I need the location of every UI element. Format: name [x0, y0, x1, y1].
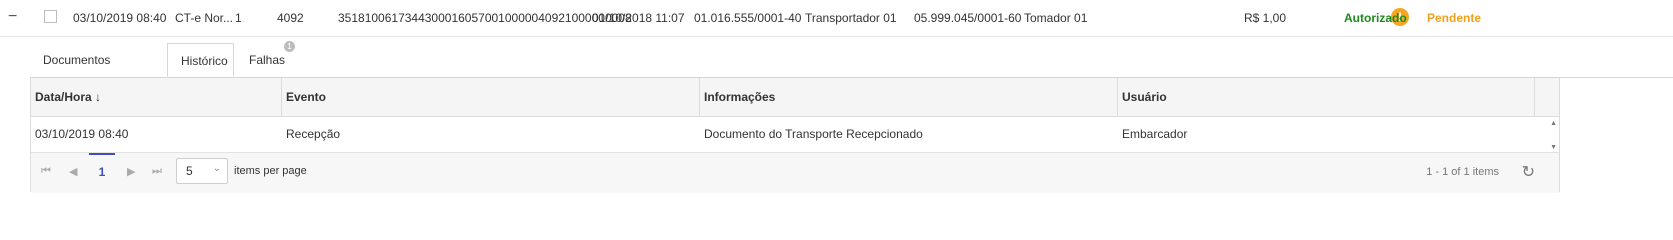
secondary-status-badge: Pendente: [1427, 11, 1482, 25]
failures-count-badge: 1: [284, 41, 296, 52]
row-carrier-cnpj: 01.016.555/0001-40: [694, 11, 802, 25]
refresh-icon[interactable]: ↻: [1522, 162, 1535, 182]
cell-usuario: Embarcador: [1122, 127, 1188, 141]
chevron-down-icon: ⌄: [212, 163, 221, 174]
last-page-icon[interactable]: ⏭: [152, 165, 162, 178]
column-header-informacoes[interactable]: Informações: [700, 78, 1118, 116]
items-per-page-label: items per page: [234, 165, 307, 177]
cell-evento: Recepção: [286, 127, 341, 141]
tab-documentos-originarios[interactable]: Documentos Originários: [43, 43, 110, 101]
cell-informacoes: Documento do Transporte Recepcionado: [704, 127, 923, 141]
row-detail-panel: Documentos Originários Histórico Falhas …: [4, 36, 1673, 209]
page-size-value: 5: [186, 164, 193, 178]
row-series: 1: [235, 11, 242, 25]
pager-info: 1 - 1 of 1 items: [1426, 166, 1499, 178]
row-emission-date: 01/10/2018 11:07: [592, 11, 685, 25]
cell-data-hora: 03/10/2019 08:40: [35, 127, 129, 141]
scroll-up-icon[interactable]: ▲: [1550, 120, 1557, 127]
status-badge: Autorizado: [1344, 11, 1407, 25]
first-page-icon[interactable]: ⏮: [41, 165, 51, 178]
page-size-select[interactable]: 5 ⌄: [176, 158, 228, 184]
tab-falhas-label: Falhas: [249, 53, 286, 67]
row-access-key: 3518100617344300016057001000004092100000…: [338, 11, 632, 25]
row-number: 4092: [277, 11, 304, 25]
row-date: 03/10/2019 08:40: [73, 11, 167, 25]
current-page-button[interactable]: 1: [89, 153, 115, 191]
row-checkbox[interactable]: [44, 10, 57, 23]
prev-page-icon[interactable]: ◀: [69, 165, 77, 178]
tab-falhas[interactable]: Falhas 1: [249, 41, 296, 77]
column-header-usuario[interactable]: Usuário: [1118, 78, 1535, 116]
grid-header: Data/Hora ↓ Evento Informações Usuário: [31, 78, 1559, 117]
row-carrier-name: Transportador 01: [805, 11, 897, 25]
next-page-icon[interactable]: ▶: [127, 165, 135, 178]
row-taker-cnpj: 05.999.045/0001-60: [914, 11, 1022, 25]
history-grid: Data/Hora ↓ Evento Informações Usuário 0…: [30, 78, 1560, 193]
table-row[interactable]: 03/10/2019 08:40 Recepção Documento do T…: [31, 116, 1559, 152]
row-taker-name: Tomador 01: [1024, 11, 1088, 25]
collapse-row-button[interactable]: −: [8, 8, 17, 26]
row-value: R$ 1,00: [1244, 11, 1287, 25]
scroll-down-icon[interactable]: ▼: [1550, 144, 1557, 151]
document-row[interactable]: − 03/10/2019 08:40 CT-e Nor... 1 4092 35…: [0, 0, 1673, 37]
grid-pager: ⏮ ◀ 1 ▶ ⏭ 5 ⌄ items per page 1 - 1 of 1 …: [31, 152, 1559, 193]
column-header-evento[interactable]: Evento: [282, 78, 700, 116]
tab-historico[interactable]: Histórico: [167, 43, 234, 77]
row-type: CT-e Nor...: [175, 11, 234, 25]
column-header-data-hora[interactable]: Data/Hora ↓: [31, 78, 282, 116]
